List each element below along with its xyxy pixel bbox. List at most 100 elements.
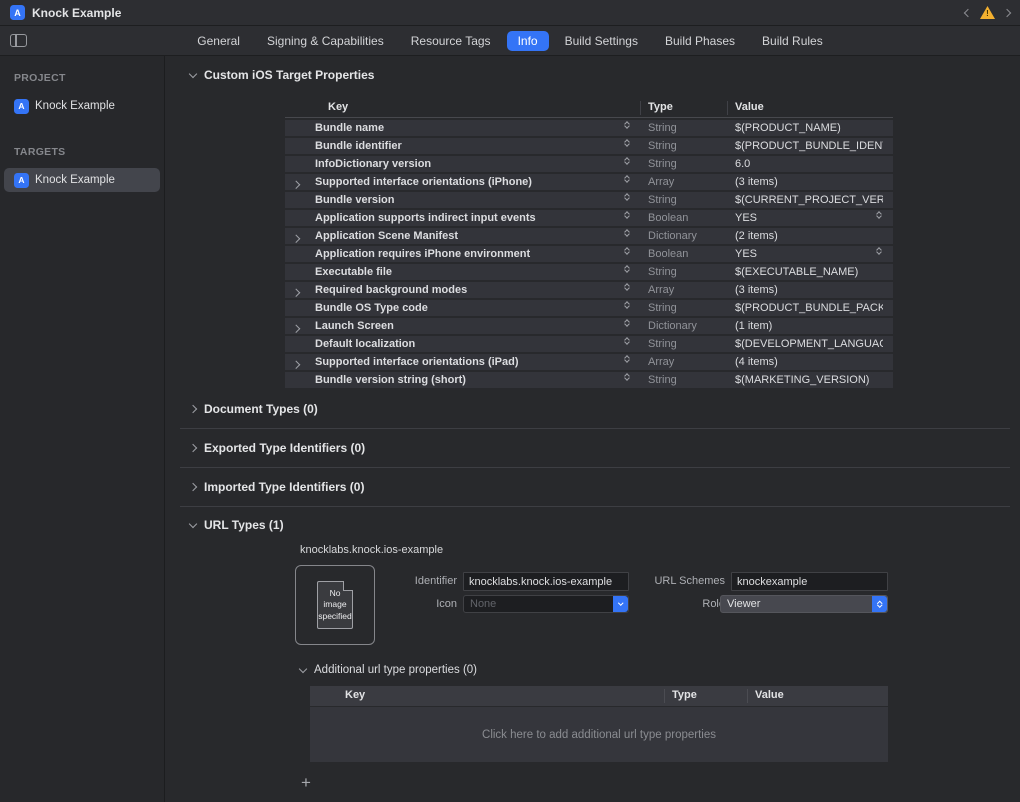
tab-build-phases[interactable]: Build Phases bbox=[654, 31, 746, 51]
role-popup[interactable]: Viewer bbox=[720, 595, 888, 613]
role-label: Role bbox=[635, 598, 725, 610]
tab-info[interactable]: Info bbox=[507, 31, 549, 51]
disclosure-icon[interactable] bbox=[293, 232, 299, 244]
tab-signing-capabilities[interactable]: Signing & Capabilities bbox=[256, 31, 395, 51]
disclosure-icon[interactable] bbox=[293, 178, 299, 190]
key-stepper-icon[interactable] bbox=[625, 230, 629, 236]
section-document-types[interactable]: Document Types (0) bbox=[180, 390, 1010, 429]
column-header-key: Key bbox=[345, 689, 365, 701]
property-type[interactable]: Dictionary bbox=[648, 320, 697, 332]
key-stepper-icon[interactable] bbox=[625, 176, 629, 182]
section-url-types-header[interactable]: URL Types (1) bbox=[190, 517, 1020, 533]
back-icon[interactable] bbox=[965, 10, 971, 16]
property-type[interactable]: Boolean bbox=[648, 212, 688, 224]
property-value[interactable]: (2 items) bbox=[735, 230, 883, 242]
tab-build-rules[interactable]: Build Rules bbox=[751, 31, 834, 51]
property-type[interactable]: String bbox=[648, 158, 677, 170]
property-value[interactable]: (3 items) bbox=[735, 284, 883, 296]
property-type[interactable]: String bbox=[648, 266, 677, 278]
role-popup-value: Viewer bbox=[721, 598, 872, 610]
property-value[interactable]: $(EXECUTABLE_NAME) bbox=[735, 266, 883, 278]
property-type[interactable]: String bbox=[648, 140, 677, 152]
property-value[interactable]: $(DEVELOPMENT_LANGUAG bbox=[735, 338, 883, 350]
value-stepper-icon[interactable] bbox=[877, 212, 881, 218]
key-stepper-icon[interactable] bbox=[625, 302, 629, 308]
sidebar-item-project[interactable]: A Knock Example bbox=[4, 94, 160, 118]
property-type[interactable]: String bbox=[648, 302, 677, 314]
disclosure-icon[interactable] bbox=[293, 286, 299, 298]
property-key: Executable file bbox=[315, 266, 392, 278]
section-exported-type-identifiers[interactable]: Exported Type Identifiers (0) bbox=[180, 429, 1010, 468]
add-property-area[interactable]: Click here to add additional url type pr… bbox=[310, 707, 888, 762]
property-value[interactable]: $(PRODUCT_BUNDLE_IDENT bbox=[735, 140, 883, 152]
key-stepper-icon[interactable] bbox=[625, 140, 629, 146]
table-row[interactable]: Application supports indirect input even… bbox=[285, 210, 893, 226]
forward-icon[interactable] bbox=[1004, 10, 1010, 16]
property-key: Default localization bbox=[315, 338, 415, 350]
property-value[interactable]: $(CURRENT_PROJECT_VERS bbox=[735, 194, 883, 206]
property-value[interactable]: 6.0 bbox=[735, 158, 883, 170]
table-row[interactable]: Bundle identifierString$(PRODUCT_BUNDLE_… bbox=[285, 138, 893, 154]
value-stepper-icon[interactable] bbox=[877, 248, 881, 254]
property-type[interactable]: String bbox=[648, 194, 677, 206]
property-value[interactable]: $(PRODUCT_BUNDLE_PACKA bbox=[735, 302, 883, 314]
property-value[interactable]: (4 items) bbox=[735, 356, 883, 368]
table-row[interactable]: Supported interface orientations (iPhone… bbox=[285, 174, 893, 190]
property-value[interactable]: YES bbox=[735, 248, 883, 260]
key-stepper-icon[interactable] bbox=[625, 374, 629, 380]
key-stepper-icon[interactable] bbox=[625, 194, 629, 200]
table-row[interactable]: Bundle OS Type codeString$(PRODUCT_BUNDL… bbox=[285, 300, 893, 316]
key-stepper-icon[interactable] bbox=[625, 338, 629, 344]
sidebar-item-target[interactable]: A Knock Example bbox=[4, 168, 160, 192]
add-url-type-button[interactable]: + bbox=[301, 773, 319, 793]
table-row[interactable]: Application requires iPhone environmentB… bbox=[285, 246, 893, 262]
identifier-field[interactable] bbox=[463, 572, 629, 591]
table-row[interactable]: Bundle nameString$(PRODUCT_NAME) bbox=[285, 120, 893, 136]
property-type[interactable]: String bbox=[648, 122, 677, 134]
property-value[interactable]: YES bbox=[735, 212, 883, 224]
table-row[interactable]: Required background modesArray(3 items) bbox=[285, 282, 893, 298]
key-stepper-icon[interactable] bbox=[625, 320, 629, 326]
key-stepper-icon[interactable] bbox=[625, 356, 629, 362]
key-stepper-icon[interactable] bbox=[625, 158, 629, 164]
icon-dropdown[interactable]: None bbox=[463, 595, 629, 613]
tab-build-settings[interactable]: Build Settings bbox=[554, 31, 649, 51]
tab-general[interactable]: General bbox=[186, 31, 251, 51]
section-custom-props-header[interactable]: Custom iOS Target Properties bbox=[190, 67, 1020, 83]
key-stepper-icon[interactable] bbox=[625, 122, 629, 128]
property-type[interactable]: Array bbox=[648, 284, 674, 296]
property-value[interactable]: (3 items) bbox=[735, 176, 883, 188]
property-type[interactable]: Array bbox=[648, 356, 674, 368]
key-stepper-icon[interactable] bbox=[625, 212, 629, 218]
property-value[interactable]: $(PRODUCT_NAME) bbox=[735, 122, 883, 134]
url-schemes-field[interactable] bbox=[731, 572, 888, 591]
table-row[interactable]: Application Scene ManifestDictionary(2 i… bbox=[285, 228, 893, 244]
property-value[interactable]: (1 item) bbox=[735, 320, 883, 332]
disclosure-icon[interactable] bbox=[293, 322, 299, 334]
key-stepper-icon[interactable] bbox=[625, 284, 629, 290]
property-type[interactable]: Array bbox=[648, 176, 674, 188]
tab-resource-tags[interactable]: Resource Tags bbox=[400, 31, 502, 51]
property-type[interactable]: Dictionary bbox=[648, 230, 697, 242]
popup-arrows-icon bbox=[872, 596, 887, 612]
table-row[interactable]: Executable file String $(EXECUTABLE_NAME) bbox=[285, 264, 893, 280]
table-row[interactable]: Bundle version string (short)String$(MAR… bbox=[285, 372, 893, 388]
property-type[interactable]: String bbox=[648, 374, 677, 386]
property-type[interactable]: Boolean bbox=[648, 248, 688, 260]
property-value[interactable]: $(MARKETING_VERSION) bbox=[735, 374, 883, 386]
table-row[interactable]: Supported interface orientations (iPad)A… bbox=[285, 354, 893, 370]
disclosure-icon[interactable] bbox=[293, 358, 299, 370]
table-row[interactable]: Default localization String $(DEVELOPMENT_… bbox=[285, 336, 893, 352]
identifier-label: Identifier bbox=[395, 575, 457, 587]
property-type[interactable]: String bbox=[648, 338, 677, 350]
key-stepper-icon[interactable] bbox=[625, 266, 629, 272]
table-row[interactable]: Launch ScreenDictionary(1 item) bbox=[285, 318, 893, 334]
section-imported-type-identifiers[interactable]: Imported Type Identifiers (0) bbox=[180, 468, 1010, 507]
sidebar-toggle-icon[interactable] bbox=[10, 34, 27, 47]
additional-props-header[interactable]: Additional url type properties (0) bbox=[300, 662, 895, 677]
key-stepper-icon[interactable] bbox=[625, 248, 629, 254]
table-row[interactable]: Bundle versionString$(CURRENT_PROJECT_VE… bbox=[285, 192, 893, 208]
url-type-image-well[interactable]: No image specified bbox=[295, 565, 375, 645]
warning-icon[interactable]: ! bbox=[980, 6, 995, 19]
table-row[interactable]: InfoDictionary versionString6.0 bbox=[285, 156, 893, 172]
